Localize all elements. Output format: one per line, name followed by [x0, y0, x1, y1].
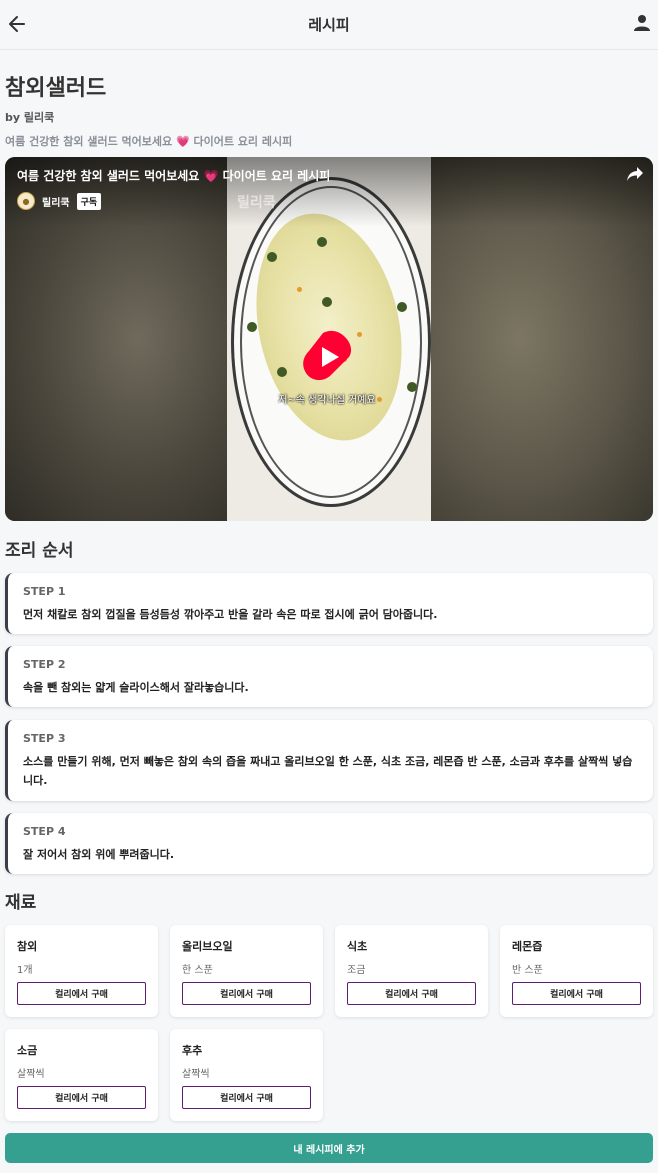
- ingredient-amount: 살짝씩: [182, 1069, 210, 1080]
- ingredient-card: 참외 1개 컬리에서 구매: [5, 925, 158, 1017]
- ingredient-card: 식초 조금 컬리에서 구매: [335, 925, 488, 1017]
- recipe-author: by 릴리쿡: [5, 111, 55, 124]
- step-text: 잘 저어서 참외 위에 뿌려줍니다.: [23, 848, 175, 861]
- herb-garnish: [247, 322, 257, 332]
- buy-button[interactable]: 컬리에서 구매: [182, 1086, 311, 1109]
- step-card: STEP 3 소스를 만들기 위해, 먼저 빼놓은 참외 속의 즙을 짜내고 올…: [5, 720, 653, 801]
- herb-garnish: [397, 302, 407, 312]
- step-label: STEP 1: [23, 585, 66, 598]
- subscribe-button[interactable]: 구독: [76, 192, 102, 210]
- step-card: STEP 1 먼저 채칼로 참외 껍질을 듬성듬성 깎아주고 반을 갈라 속은 …: [5, 573, 653, 634]
- ingredient-card: 올리브오일 한 스푼 컬리에서 구매: [170, 925, 323, 1017]
- step-label: STEP 2: [23, 658, 66, 671]
- ingredient-name: 참외: [17, 940, 38, 953]
- herb-garnish: [322, 297, 332, 307]
- ingredient-card: 레몬즙 반 스푼 컬리에서 구매: [500, 925, 653, 1017]
- ingredient-card: 후추 살짝씩 컬리에서 구매: [170, 1029, 323, 1121]
- ingredient-card: 소금 살짝씩 컬리에서 구매: [5, 1029, 158, 1121]
- steps-section-title: 조리 순서: [5, 541, 74, 561]
- ingredient-name: 레몬즙: [512, 940, 543, 953]
- ingredient-name: 식초: [347, 940, 368, 953]
- spice-dot: [357, 332, 362, 337]
- buy-button[interactable]: 컬리에서 구매: [17, 1086, 146, 1109]
- page-title: 레시피: [308, 16, 350, 34]
- arrow-left-icon[interactable]: [8, 13, 26, 35]
- add-to-my-recipes-button[interactable]: 내 레시피에 추가: [5, 1133, 653, 1163]
- video-caption: 저~속 생각나실 거예요: [278, 395, 376, 406]
- video-player[interactable]: 여름 건강한 참외 샐러드 먹어보세요 💗 다이어트 요리 레시피 ● 릴리쿡 …: [5, 157, 653, 521]
- channel-avatar[interactable]: ●: [17, 192, 35, 210]
- step-card: STEP 4 잘 저어서 참외 위에 뿌려줍니다.: [5, 813, 653, 874]
- step-text: 먼저 채칼로 참외 껍질을 듬성듬성 깎아주고 반을 갈라 속은 따로 접시에 …: [23, 608, 438, 621]
- step-card: STEP 2 속을 뺀 참외는 얇게 슬라이스해서 잘라놓습니다.: [5, 646, 653, 707]
- ingredients-section-title: 재료: [5, 893, 37, 913]
- ingredient-amount: 한 스푼: [182, 965, 213, 976]
- buy-button[interactable]: 컬리에서 구매: [347, 982, 476, 1005]
- step-label: STEP 3: [23, 732, 66, 745]
- channel-name[interactable]: 릴리쿡: [42, 194, 70, 209]
- herb-garnish: [277, 367, 287, 377]
- play-icon[interactable]: [301, 329, 357, 385]
- buy-button[interactable]: 컬리에서 구매: [17, 982, 146, 1005]
- ingredient-name: 올리브오일: [182, 940, 233, 953]
- recipe-title: 참외샐러드: [5, 76, 107, 101]
- top-app-bar: 레시피: [0, 0, 658, 50]
- ingredient-name: 소금: [17, 1044, 38, 1057]
- ingredient-name: 후추: [182, 1044, 203, 1057]
- step-text: 속을 뺀 참외는 얇게 슬라이스해서 잘라놓습니다.: [23, 681, 249, 694]
- herb-garnish: [317, 237, 327, 247]
- video-watermark: 릴리쿡: [237, 195, 276, 211]
- user-icon[interactable]: [634, 14, 650, 32]
- share-icon[interactable]: [627, 167, 643, 181]
- ingredient-amount: 조금: [347, 965, 366, 976]
- herb-garnish: [267, 252, 277, 262]
- recipe-description: 여름 건강한 참외 샐러드 먹어보세요 💗 다이어트 요리 레시피: [5, 135, 293, 148]
- buy-button[interactable]: 컬리에서 구매: [512, 982, 641, 1005]
- step-text: 소스를 만들기 위해, 먼저 빼놓은 참외 속의 즙을 짜내고 올리브오일 한 …: [23, 755, 633, 787]
- spice-dot: [297, 287, 302, 292]
- ingredient-amount: 1개: [17, 965, 33, 976]
- ingredient-amount: 반 스푼: [512, 965, 543, 976]
- video-channel: ● 릴리쿡 구독: [17, 192, 102, 210]
- buy-button[interactable]: 컬리에서 구매: [182, 982, 311, 1005]
- step-label: STEP 4: [23, 825, 66, 838]
- ingredient-amount: 살짝씩: [17, 1069, 45, 1080]
- video-title[interactable]: 여름 건강한 참외 샐러드 먹어보세요 💗 다이어트 요리 레시피: [17, 167, 330, 184]
